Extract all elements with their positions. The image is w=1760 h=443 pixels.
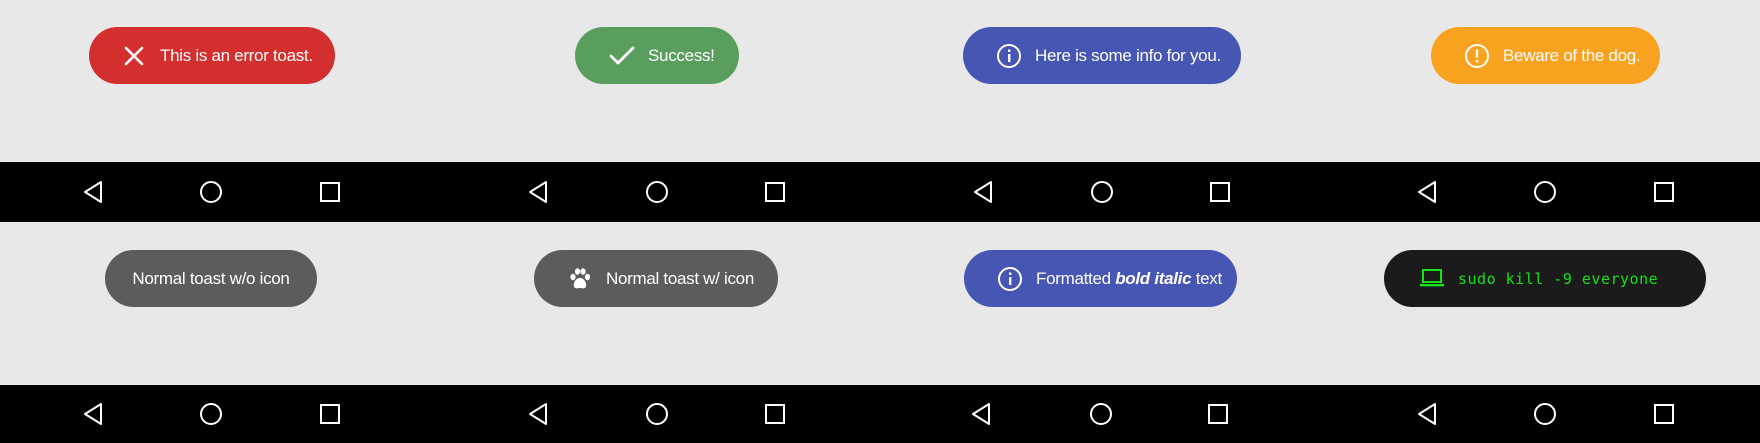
hacker-toast-text: sudo kill -9 everyone bbox=[1458, 269, 1659, 288]
recents-square-icon[interactable] bbox=[316, 400, 344, 428]
home-circle-icon[interactable] bbox=[643, 178, 671, 206]
recents-square-icon[interactable] bbox=[761, 178, 789, 206]
screen-row-2: Normal toast w/o icon Normal toast w/ ic… bbox=[0, 222, 1760, 443]
home-circle-icon[interactable] bbox=[643, 400, 671, 428]
close-icon bbox=[120, 42, 148, 70]
nav-group bbox=[0, 162, 340, 222]
normal-toast-no-icon-text: Normal toast w/o icon bbox=[132, 268, 290, 288]
navigation-bar-row-1 bbox=[0, 162, 1760, 222]
back-triangle-icon[interactable] bbox=[524, 400, 552, 428]
recents-square-icon[interactable] bbox=[1206, 178, 1234, 206]
content-area-row-1: This is an error toast. Success! Here is… bbox=[0, 0, 1760, 162]
back-triangle-icon[interactable] bbox=[1413, 400, 1441, 428]
success-toast-text: Success! bbox=[648, 45, 715, 65]
content-area-row-2: Normal toast w/o icon Normal toast w/ ic… bbox=[0, 222, 1760, 385]
home-circle-icon[interactable] bbox=[197, 178, 225, 206]
paw-icon bbox=[566, 265, 594, 293]
error-toast-text: This is an error toast. bbox=[160, 45, 313, 65]
normal-toast-no-icon: Normal toast w/o icon bbox=[105, 250, 317, 307]
back-triangle-icon[interactable] bbox=[1413, 178, 1441, 206]
success-toast: Success! bbox=[575, 27, 739, 84]
info-toast: Here is some info for you. bbox=[963, 27, 1241, 84]
navigation-bar-row-2 bbox=[0, 385, 1760, 443]
formatted-toast: Formatted bold italic text bbox=[964, 250, 1237, 307]
formatted-bold-italic: bold italic bbox=[1115, 268, 1192, 288]
nav-group bbox=[445, 162, 785, 222]
normal-toast-with-icon: Normal toast w/ icon bbox=[534, 250, 778, 307]
warning-toast-text: Beware of the dog. bbox=[1503, 45, 1641, 65]
error-toast: This is an error toast. bbox=[89, 27, 335, 84]
back-triangle-icon[interactable] bbox=[967, 400, 995, 428]
nav-group bbox=[890, 385, 1228, 443]
nav-group bbox=[445, 385, 785, 443]
exclamation-icon bbox=[1463, 42, 1491, 70]
recents-square-icon[interactable] bbox=[1650, 400, 1678, 428]
home-circle-icon[interactable] bbox=[1087, 400, 1115, 428]
nav-group bbox=[0, 385, 340, 443]
recents-square-icon[interactable] bbox=[1650, 178, 1678, 206]
back-triangle-icon[interactable] bbox=[79, 178, 107, 206]
nav-group bbox=[1334, 385, 1674, 443]
formatted-suffix: text bbox=[1195, 268, 1223, 288]
home-circle-icon[interactable] bbox=[1531, 178, 1559, 206]
hacker-toast: sudo kill -9 everyone bbox=[1384, 250, 1706, 307]
nav-group bbox=[1334, 162, 1674, 222]
info-icon bbox=[995, 42, 1023, 70]
normal-toast-with-icon-text: Normal toast w/ icon bbox=[606, 268, 754, 288]
back-triangle-icon[interactable] bbox=[79, 400, 107, 428]
formatted-prefix: Formatted bbox=[1036, 268, 1111, 288]
recents-square-icon[interactable] bbox=[761, 400, 789, 428]
checkmark-icon bbox=[608, 42, 636, 70]
nav-group bbox=[890, 162, 1230, 222]
recents-square-icon[interactable] bbox=[1204, 400, 1232, 428]
formatted-toast-text: Formatted bold italic text bbox=[1036, 269, 1222, 289]
screen-row-1: This is an error toast. Success! Here is… bbox=[0, 0, 1760, 222]
home-circle-icon[interactable] bbox=[197, 400, 225, 428]
home-circle-icon[interactable] bbox=[1531, 400, 1559, 428]
home-circle-icon[interactable] bbox=[1088, 178, 1116, 206]
info-icon bbox=[996, 265, 1024, 293]
back-triangle-icon[interactable] bbox=[524, 178, 552, 206]
back-triangle-icon[interactable] bbox=[969, 178, 997, 206]
recents-square-icon[interactable] bbox=[316, 178, 344, 206]
info-toast-text: Here is some info for you. bbox=[1035, 45, 1221, 65]
laptop-icon bbox=[1418, 265, 1446, 293]
warning-toast: Beware of the dog. bbox=[1431, 27, 1660, 84]
